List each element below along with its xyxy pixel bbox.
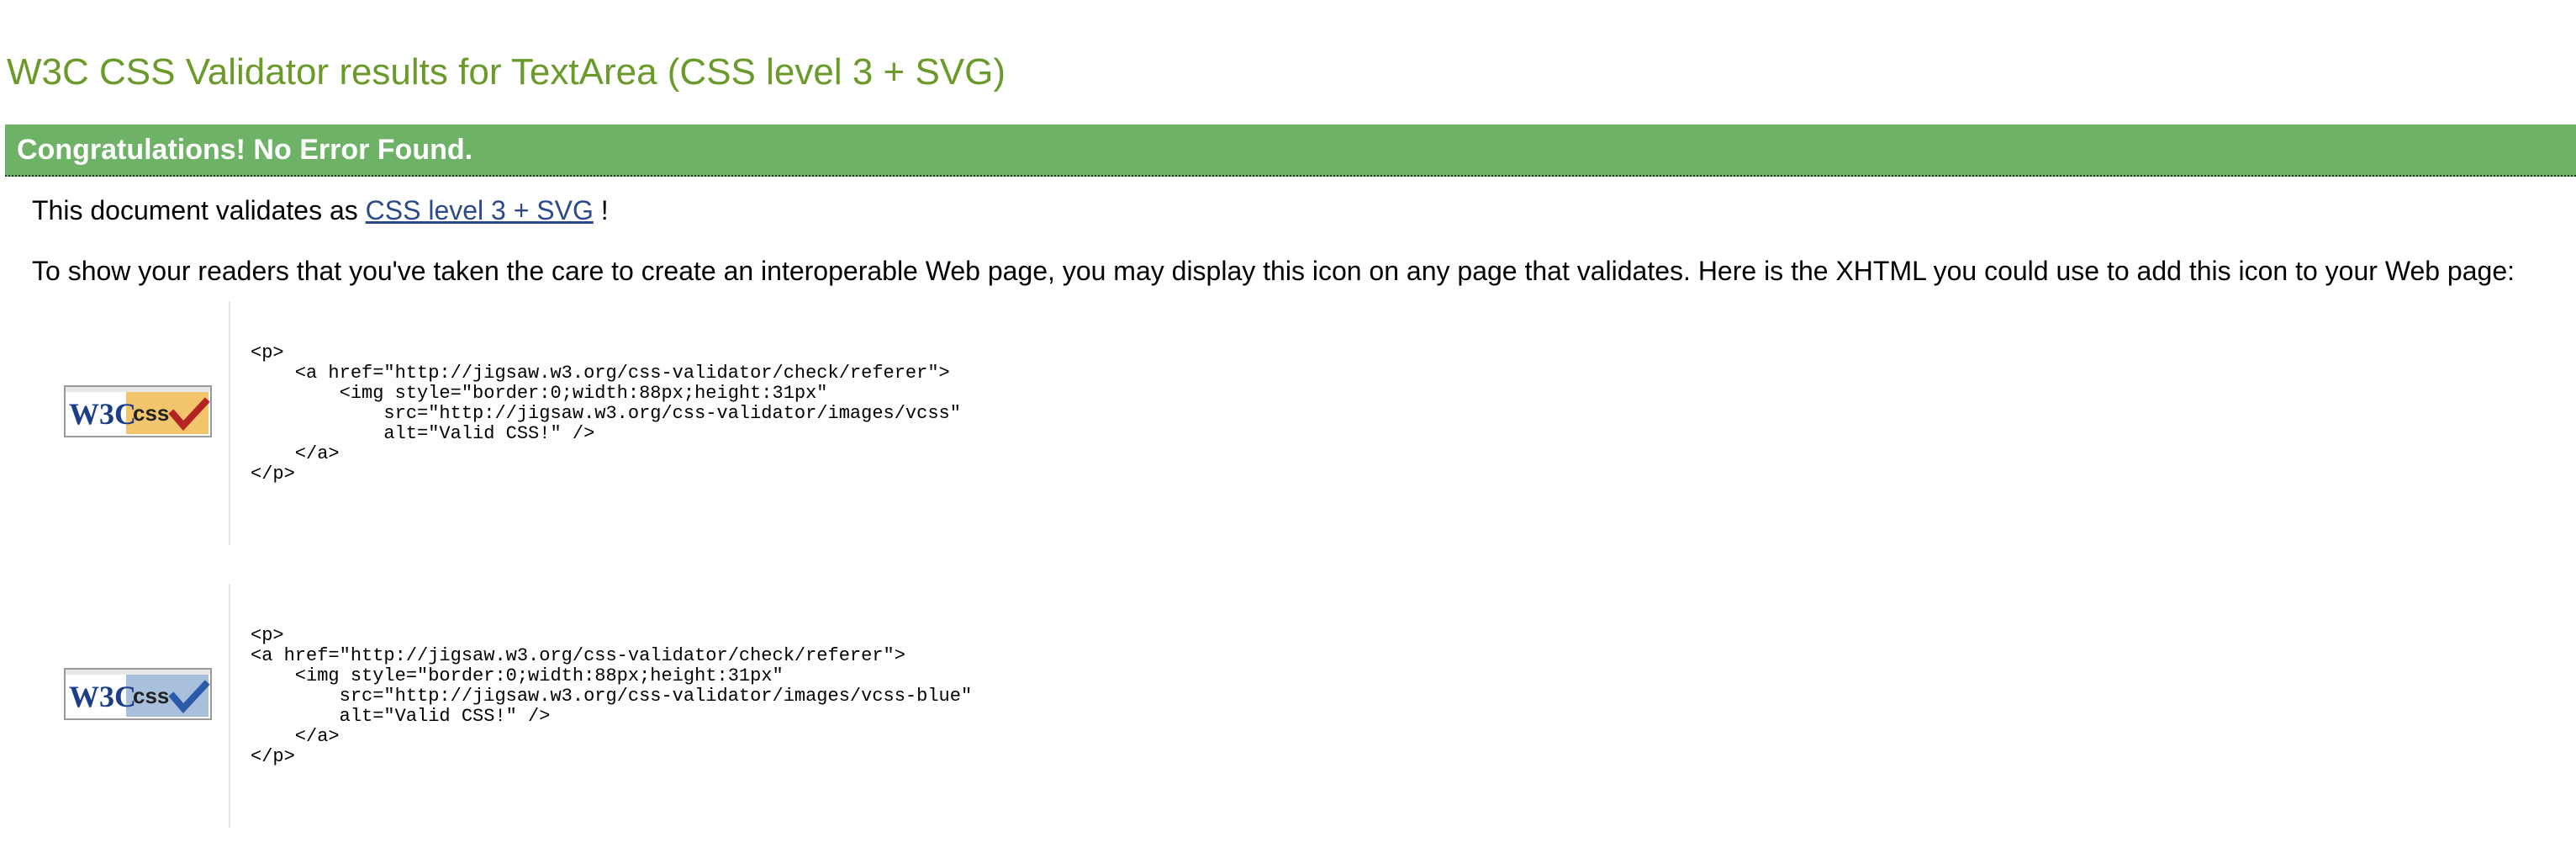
w3c-logo-text: W3C [69, 680, 136, 713]
congrats-message: Congratulations! No Error Found. [17, 134, 473, 166]
validates-suffix: ! [593, 195, 609, 225]
css-level-link[interactable]: CSS level 3 + SVG [366, 195, 594, 225]
valid-css-gold-badge-icon: W3C css [64, 385, 212, 437]
validates-prefix: This document validates as [32, 195, 366, 225]
badge-block-gold: W3C css <p> <a href="http://jigsaw.w3.or… [0, 301, 2576, 545]
valid-css-blue-badge-icon: W3C css [64, 668, 212, 720]
validates-line: This document validates as CSS level 3 +… [32, 193, 609, 227]
code-divider [229, 301, 230, 545]
badge-intro-text: To show your readers that you've taken t… [32, 256, 2515, 286]
badge-code-snippet: <p> <a href="http://jigsaw.w3.org/css-va… [251, 342, 961, 485]
css-label-text: css [133, 400, 169, 426]
badge-block-blue: W3C css <p> <a href="http://jigsaw.w3.or… [0, 584, 2576, 828]
page-title: W3C CSS Validator results for TextArea (… [7, 51, 1006, 93]
w3c-logo-text: W3C [69, 397, 136, 431]
congrats-banner: Congratulations! No Error Found. [5, 125, 2576, 177]
badge-code-snippet: <p> <a href="http://jigsaw.w3.org/css-va… [251, 625, 973, 767]
css-label-text: css [133, 683, 169, 708]
code-divider [229, 584, 230, 828]
